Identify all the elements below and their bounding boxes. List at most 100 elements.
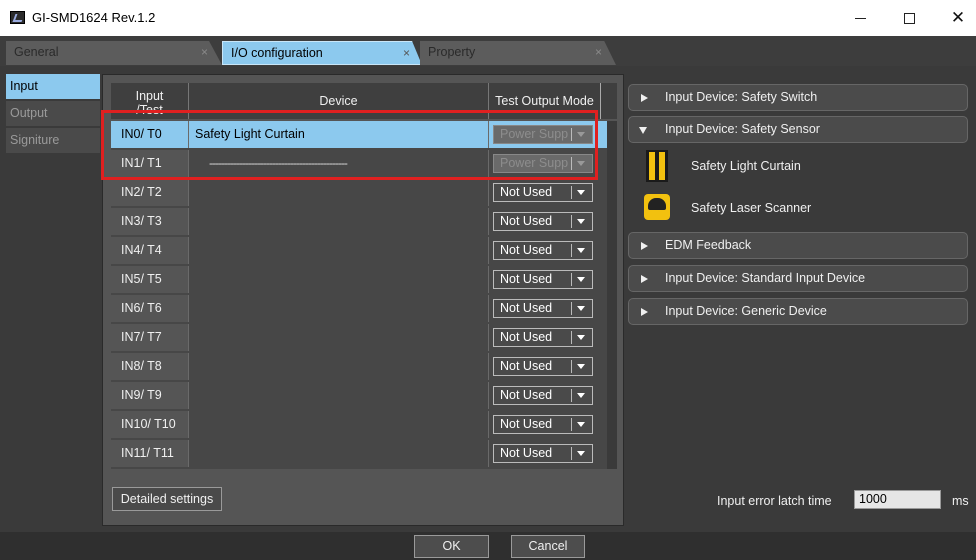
tab-io-configuration[interactable]: I/O configuration × — [222, 41, 422, 65]
table-row[interactable]: IN2/ T2 Not Used — [111, 179, 617, 206]
device-cell[interactable] — [189, 266, 489, 293]
table-row[interactable]: IN10/ T10 Not Used — [111, 411, 617, 438]
side-nav-output[interactable]: Output — [6, 101, 100, 126]
detailed-settings-button[interactable]: Detailed settings — [112, 487, 222, 511]
test-output-mode-select[interactable]: Power Supp — [493, 154, 593, 173]
test-output-mode-select[interactable]: Not Used — [493, 270, 593, 289]
latch-time-label: Input error latch time — [717, 494, 832, 508]
table-row[interactable]: IN9/ T9 Not Used — [111, 382, 617, 409]
device-cell[interactable] — [189, 411, 489, 438]
device-cell[interactable] — [189, 440, 489, 467]
device-cell[interactable] — [189, 324, 489, 351]
test-output-mode-select[interactable]: Not Used — [493, 183, 593, 202]
input-cell: IN5/ T5 — [111, 266, 189, 293]
test-output-mode-select[interactable]: Not Used — [493, 212, 593, 231]
group-generic-device[interactable]: Input Device: Generic Device — [628, 298, 968, 325]
input-cell: IN3/ T3 — [111, 208, 189, 235]
test-output-mode-value: Not Used — [500, 301, 553, 315]
group-label: Input Device: Generic Device — [665, 304, 827, 318]
test-output-mode-select[interactable]: Not Used — [493, 357, 593, 376]
group-edm-feedback[interactable]: EDM Feedback — [628, 232, 968, 259]
tab-close-icon[interactable]: × — [403, 42, 410, 64]
input-cell: IN11/ T11 — [111, 440, 189, 467]
io-grid-panel: Input /Test Device Test Output Mode IN0/… — [102, 74, 624, 526]
test-output-mode-select[interactable]: Not Used — [493, 299, 593, 318]
input-cell: IN4/ T4 — [111, 237, 189, 264]
grid-scrollbar[interactable] — [607, 121, 617, 469]
test-output-mode-select[interactable]: Not Used — [493, 415, 593, 434]
device-item-label: Safety Light Curtain — [691, 159, 801, 173]
test-output-mode-value: Not Used — [500, 330, 553, 344]
window-title: GI-SMD1624 Rev.1.2 — [32, 10, 156, 25]
device-cell[interactable]: Safety Light Curtain — [189, 121, 489, 148]
test-output-mode-select[interactable]: Power Supp — [493, 125, 593, 144]
table-row[interactable]: IN1/ T1 --------------------------------… — [111, 150, 617, 177]
input-cell: IN7/ T7 — [111, 324, 189, 351]
chevron-down-icon — [571, 302, 589, 315]
column-header-device: Device — [189, 83, 489, 119]
test-output-mode-value: Not Used — [500, 359, 553, 373]
tab-bar: General × I/O configuration × Property × — [0, 36, 976, 66]
side-nav: Input Output Signiture — [6, 74, 100, 155]
cancel-button[interactable]: Cancel — [511, 535, 585, 558]
column-header-test-output-mode: Test Output Mode — [489, 83, 601, 119]
group-standard-input-device[interactable]: Input Device: Standard Input Device — [628, 265, 968, 292]
tab-close-icon[interactable]: × — [595, 41, 602, 63]
tab-property[interactable]: Property × — [420, 41, 616, 65]
group-label: Input Device: Safety Switch — [665, 90, 818, 104]
laser-scanner-icon — [644, 194, 670, 220]
latch-time-unit: ms — [952, 494, 969, 508]
chevron-down-icon — [571, 215, 589, 228]
tab-general-label: General — [14, 45, 59, 59]
test-output-mode-value: Not Used — [500, 272, 553, 286]
device-cell[interactable] — [189, 382, 489, 409]
table-row[interactable]: IN7/ T7 Not Used — [111, 324, 617, 351]
title-bar: GI-SMD1624 Rev.1.2 ✕ — [0, 0, 976, 36]
chevron-down-icon — [571, 447, 589, 460]
test-output-mode-value: Not Used — [500, 185, 553, 199]
tab-close-icon[interactable]: × — [201, 41, 208, 63]
device-cell[interactable]: ----------------------------------------… — [189, 150, 489, 177]
maximize-button[interactable] — [889, 4, 929, 32]
test-output-mode-value: Not Used — [500, 243, 553, 257]
column-header-input-label: Input /Test — [135, 89, 164, 117]
table-row[interactable]: IN3/ T3 Not Used — [111, 208, 617, 235]
chevron-down-icon — [571, 157, 589, 170]
device-cell[interactable] — [189, 237, 489, 264]
input-cell: IN8/ T8 — [111, 353, 189, 380]
collapse-arrow-icon — [639, 127, 647, 134]
expand-arrow-icon — [641, 94, 648, 102]
minimize-button[interactable] — [840, 4, 880, 32]
group-safety-switch[interactable]: Input Device: Safety Switch — [628, 84, 968, 111]
table-row[interactable]: IN8/ T8 Not Used — [111, 353, 617, 380]
tab-general[interactable]: General × — [6, 41, 222, 65]
chevron-down-icon — [571, 418, 589, 431]
test-output-mode-value: Power Supp — [500, 156, 569, 170]
latch-time-input[interactable]: 1000 — [854, 490, 941, 509]
device-cell[interactable] — [189, 179, 489, 206]
chevron-down-icon — [571, 331, 589, 344]
test-output-mode-select[interactable]: Not Used — [493, 328, 593, 347]
group-label: Input Device: Standard Input Device — [665, 271, 866, 285]
test-output-mode-select[interactable]: Not Used — [493, 241, 593, 260]
table-row[interactable]: IN5/ T5 Not Used — [111, 266, 617, 293]
side-nav-signiture[interactable]: Signiture — [6, 128, 100, 153]
light-curtain-icon — [646, 150, 668, 182]
main-panel: Input Output Signiture Input /Test Devic… — [0, 66, 976, 532]
close-button[interactable]: ✕ — [938, 4, 976, 32]
table-row[interactable]: IN6/ T6 Not Used — [111, 295, 617, 322]
test-output-mode-select[interactable]: Not Used — [493, 386, 593, 405]
table-row[interactable]: IN11/ T11 Not Used — [111, 440, 617, 467]
test-output-mode-select[interactable]: Not Used — [493, 444, 593, 463]
table-row[interactable]: IN4/ T4 Not Used — [111, 237, 617, 264]
device-cell[interactable] — [189, 353, 489, 380]
dialog-button-bar: OK Cancel — [0, 532, 976, 560]
group-safety-sensor[interactable]: Input Device: Safety Sensor — [628, 116, 968, 143]
device-cell[interactable] — [189, 208, 489, 235]
table-row[interactable]: IN0/ T0 Safety Light Curtain Power Supp — [111, 121, 617, 148]
device-cell[interactable] — [189, 295, 489, 322]
expand-arrow-icon — [641, 275, 648, 283]
ok-button[interactable]: OK — [414, 535, 489, 558]
side-nav-input[interactable]: Input — [6, 74, 100, 99]
chevron-down-icon — [571, 128, 589, 141]
